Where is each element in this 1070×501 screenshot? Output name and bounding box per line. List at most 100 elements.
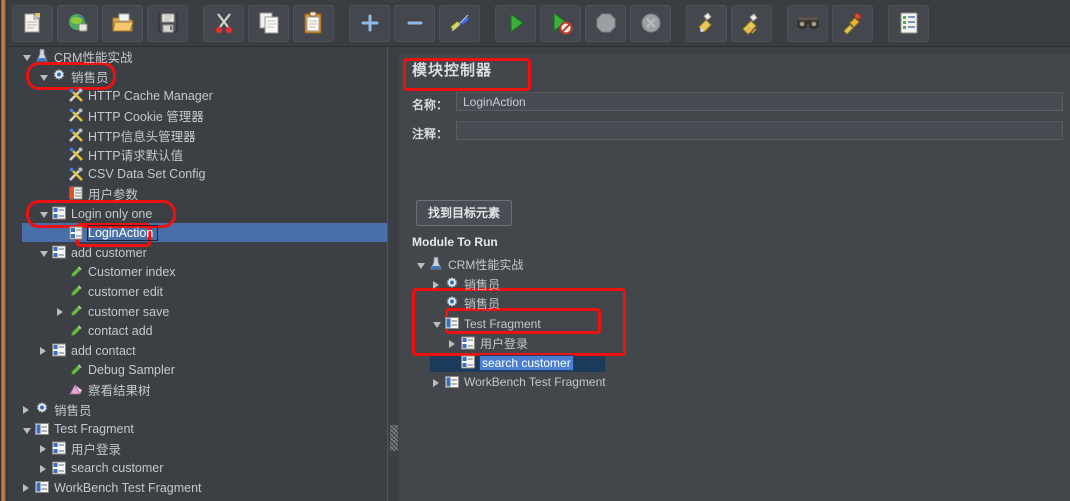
tree-row-label: Test Fragment	[54, 422, 134, 437]
tree-row-label: HTTP请求默认值	[88, 149, 184, 164]
toolbar-button-toggle[interactable]	[439, 4, 480, 42]
user-parameters-icon	[68, 185, 85, 202]
tree-row[interactable]: customer edit	[8, 282, 387, 302]
controller-icon	[51, 460, 68, 477]
tree-row[interactable]: 销售员	[8, 400, 387, 420]
tree-row[interactable]: Test Fragment	[8, 419, 387, 439]
comment-field[interactable]	[456, 121, 1063, 140]
chevron-right-icon[interactable]	[39, 459, 51, 478]
tree-row[interactable]: LoginAction	[8, 223, 387, 243]
name-field[interactable]: LoginAction	[456, 92, 1063, 111]
chevron-right-icon[interactable]	[22, 478, 34, 497]
collapse-all-icon	[403, 11, 427, 35]
chevron-right-icon[interactable]	[39, 439, 51, 458]
paste-icon	[302, 11, 326, 35]
tree-row[interactable]: customer save	[8, 302, 387, 322]
chevron-down-icon[interactable]	[39, 67, 51, 86]
tree-row[interactable]: 用户登录	[412, 333, 1052, 353]
tree-row[interactable]: 销售员	[412, 275, 1052, 295]
tree-toggle-spacer	[56, 224, 68, 243]
chevron-right-icon[interactable]	[432, 373, 444, 392]
toolbar-button-function-helper[interactable]	[888, 4, 929, 42]
toolbar-button-clear-all[interactable]	[731, 4, 772, 42]
find-target-element-button[interactable]: 找到目标元素	[416, 200, 513, 226]
toolbar-button-clear[interactable]	[686, 4, 727, 42]
tree-row-label: HTTP信息头管理器	[88, 129, 196, 144]
tree-row[interactable]: search customer	[8, 458, 387, 478]
toolbar-separator	[675, 6, 686, 41]
toolbar-button-new[interactable]	[12, 4, 53, 42]
test-plan-icon	[428, 256, 445, 273]
toolbar-button-copy[interactable]	[248, 4, 289, 42]
test-plan-tree[interactable]: CRM性能实战 销售员 HTTP Cache Manager HTTP Cookie …	[8, 47, 387, 498]
tree-row-label: 销售员	[54, 403, 92, 418]
thread-group-icon	[444, 276, 461, 293]
tree-row[interactable]: HTTP Cookie 管理器	[8, 106, 387, 126]
chevron-right-icon[interactable]	[22, 400, 34, 419]
toolbar-button-save[interactable]	[147, 4, 188, 42]
chevron-down-icon[interactable]	[22, 420, 34, 439]
chevron-down-icon[interactable]	[22, 47, 34, 66]
toolbar-button-reset-search[interactable]	[832, 4, 873, 42]
chevron-down-icon[interactable]	[39, 243, 51, 262]
tree-row[interactable]: 用户登录	[8, 439, 387, 459]
toolbar-button-templates[interactable]	[57, 4, 98, 42]
chevron-down-icon[interactable]	[432, 314, 444, 333]
tree-row[interactable]: add contact	[8, 341, 387, 361]
tree-toggle-spacer	[56, 184, 68, 203]
tree-row[interactable]: 销售员	[412, 294, 1052, 314]
tree-row[interactable]: Login only one	[8, 204, 387, 224]
tree-row-label: CRM性能实战	[54, 51, 133, 66]
tree-toggle-spacer	[56, 263, 68, 282]
tree-row[interactable]: Test Fragment	[412, 314, 1052, 334]
tree-row-label: CRM性能实战	[448, 258, 524, 273]
toolbar-button-collapse-all[interactable]	[394, 4, 435, 42]
splitter-grip-icon[interactable]	[390, 425, 398, 451]
chevron-down-icon[interactable]	[39, 204, 51, 223]
tree-row[interactable]: 察看结果树	[8, 380, 387, 400]
tree-row[interactable]: WorkBench Test Fragment	[8, 478, 387, 498]
toolbar-button-expand-all[interactable]	[349, 4, 390, 42]
stop-icon	[594, 11, 618, 35]
toolbar-button-paste[interactable]	[293, 4, 334, 42]
tree-row[interactable]: HTTP信息头管理器	[8, 125, 387, 145]
toolbar-button-start-no-pauses[interactable]	[540, 4, 581, 42]
tree-row[interactable]: CSV Data Set Config	[8, 165, 387, 185]
http-sampler-icon	[68, 264, 85, 281]
toolbar-button-start[interactable]	[495, 4, 536, 42]
test-plan-panel: CRM性能实战 销售员 HTTP Cache Manager HTTP Cookie …	[8, 47, 387, 501]
chevron-right-icon[interactable]	[39, 341, 51, 360]
tree-toggle-spacer	[56, 126, 68, 145]
tree-row[interactable]: search customer	[412, 353, 1052, 373]
reset-search-icon	[841, 11, 865, 35]
module-to-run-tree[interactable]: CRM性能实战 销售员 销售员 Test Fragment 用户登录 search cus…	[412, 255, 1052, 392]
tree-row[interactable]: add customer	[8, 243, 387, 263]
toolbar-button-open[interactable]	[102, 4, 143, 42]
tree-row[interactable]: CRM性能实战	[412, 255, 1052, 275]
thread-group-icon	[51, 68, 68, 85]
http-sampler-icon	[68, 303, 85, 320]
tree-row[interactable]: 用户参数	[8, 184, 387, 204]
tree-row[interactable]: Debug Sampler	[8, 361, 387, 381]
controller-icon	[460, 335, 477, 352]
toolbar-button-stop[interactable]	[585, 4, 626, 42]
chevron-right-icon[interactable]	[432, 275, 444, 294]
toolbar-button-shutdown[interactable]	[630, 4, 671, 42]
config-element-icon	[68, 107, 85, 124]
chevron-down-icon[interactable]	[416, 255, 428, 274]
chevron-right-icon[interactable]	[56, 302, 68, 321]
tree-row[interactable]: HTTP Cache Manager	[8, 86, 387, 106]
tree-row[interactable]: contact add	[8, 321, 387, 341]
tree-row[interactable]: CRM性能实战	[8, 47, 387, 67]
tree-row[interactable]: Customer index	[8, 263, 387, 283]
expand-all-icon	[358, 11, 382, 35]
toolbar-button-cut[interactable]	[203, 4, 244, 42]
toolbar-button-search[interactable]	[787, 4, 828, 42]
tree-row[interactable]: HTTP请求默认值	[8, 145, 387, 165]
tree-row[interactable]: 销售员	[8, 67, 387, 87]
tree-row[interactable]: WorkBench Test Fragment	[412, 373, 1052, 393]
chevron-right-icon[interactable]	[448, 334, 460, 353]
name-field-label: 名称：	[412, 98, 449, 112]
test-plan-icon	[34, 48, 51, 65]
thread-group-icon	[444, 295, 461, 312]
